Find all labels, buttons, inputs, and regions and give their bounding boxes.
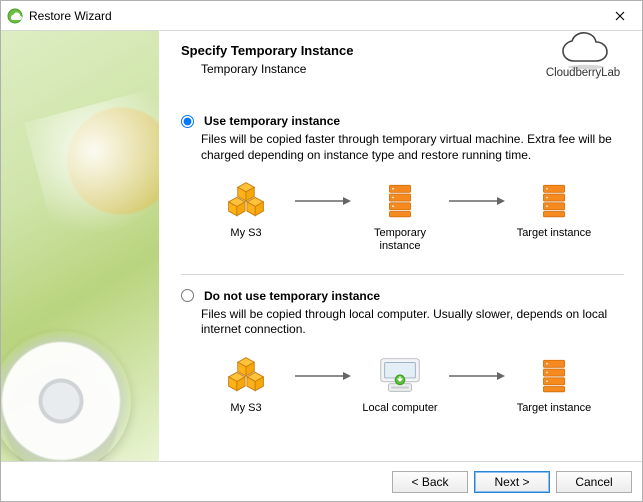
option-use-temporary: Use temporary instance Files will be cop… [181, 114, 624, 254]
option-use-label[interactable]: Use temporary instance [204, 114, 340, 128]
window-title: Restore Wizard [29, 9, 112, 23]
server-instance-icon [509, 352, 599, 400]
back-button[interactable]: < Back [392, 471, 468, 493]
arrow-icon [445, 352, 509, 400]
option-skip-label[interactable]: Do not use temporary instance [204, 289, 380, 303]
flow-target-label: Target instance [509, 402, 599, 415]
option-skip-temporary: Do not use temporary instance Files will… [181, 289, 624, 415]
radio-use-temporary[interactable] [181, 115, 194, 128]
flow-target-label: Target instance [509, 227, 599, 240]
server-instance-icon [355, 177, 445, 225]
flow-source-label: My S3 [201, 227, 291, 240]
close-button[interactable] [597, 1, 642, 31]
local-computer-icon [355, 352, 445, 400]
radio-skip-temporary[interactable] [181, 289, 194, 302]
cancel-button[interactable]: Cancel [556, 471, 632, 493]
boxes-icon [201, 177, 291, 225]
brand-name: CloudberryLab [540, 67, 626, 79]
arrow-icon [291, 177, 355, 225]
wizard-sidebar [1, 31, 159, 461]
titlebar: Restore Wizard [1, 1, 642, 31]
cloud-icon [556, 31, 610, 65]
boxes-icon [201, 352, 291, 400]
next-button[interactable]: Next > [474, 471, 550, 493]
arrow-icon [291, 352, 355, 400]
app-icon [7, 8, 23, 24]
wizard-footer: < Back Next > Cancel [1, 461, 642, 501]
flow-middle-label: Local computer [355, 402, 445, 415]
arrow-icon [445, 177, 509, 225]
option-skip-description: Files will be copied through local compu… [201, 307, 621, 338]
flow-middle-label: Temporary instance [355, 227, 445, 253]
option-use-description: Files will be copied faster through temp… [201, 132, 621, 163]
separator [181, 274, 624, 275]
brand-logo: CloudberryLab [540, 31, 626, 79]
flow-source-label: My S3 [201, 402, 291, 415]
server-instance-icon [509, 177, 599, 225]
